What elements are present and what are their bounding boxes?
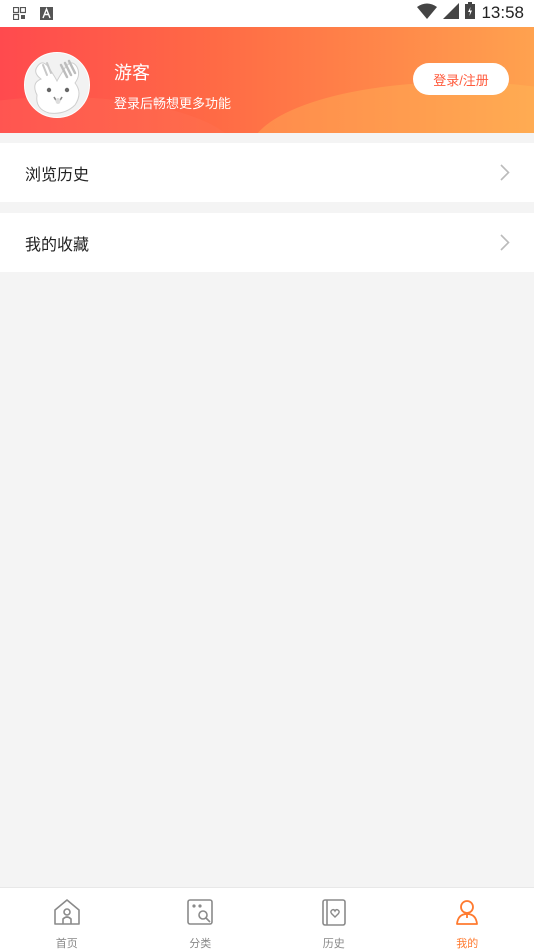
menu-item-browse-history[interactable]: 浏览历史 [0, 143, 534, 202]
status-bar: 13:58 [0, 0, 534, 27]
app-notification-icon [40, 5, 53, 24]
chevron-right-icon [500, 164, 510, 185]
tab-label: 首页 [56, 935, 78, 951]
bottom-tab-bar: 首页 分类 历史 [0, 887, 534, 951]
profile-header: 游客 登录后畅想更多功能 登录/注册 [0, 27, 534, 133]
tab-label: 分类 [189, 935, 211, 951]
category-search-icon [185, 897, 215, 931]
tab-label: 我的 [456, 935, 478, 951]
chevron-right-icon [500, 234, 510, 255]
wifi-icon [417, 3, 437, 23]
bunny-avatar-icon [25, 53, 89, 117]
tab-mine[interactable]: 我的 [401, 888, 534, 951]
user-icon [452, 897, 482, 931]
menu-item-label: 我的收藏 [25, 231, 89, 255]
status-time: 13:58 [481, 3, 524, 23]
username: 游客 [114, 59, 150, 85]
menu-item-favorites[interactable]: 我的收藏 [0, 213, 534, 272]
menu-item-label: 浏览历史 [25, 161, 89, 185]
battery-icon [465, 2, 475, 23]
status-left-icons [13, 5, 53, 24]
home-icon [52, 897, 82, 931]
status-right-icons: 13:58 [417, 2, 524, 23]
tab-home[interactable]: 首页 [0, 888, 134, 951]
login-register-button[interactable]: 登录/注册 [413, 63, 509, 95]
qr-code-icon [13, 5, 26, 24]
avatar[interactable] [24, 52, 90, 118]
signal-icon [443, 3, 459, 23]
tab-history[interactable]: 历史 [267, 888, 401, 951]
tab-label: 历史 [323, 935, 345, 951]
login-hint: 登录后畅想更多功能 [114, 93, 231, 112]
tab-category[interactable]: 分类 [134, 888, 268, 951]
history-book-icon [319, 897, 349, 931]
